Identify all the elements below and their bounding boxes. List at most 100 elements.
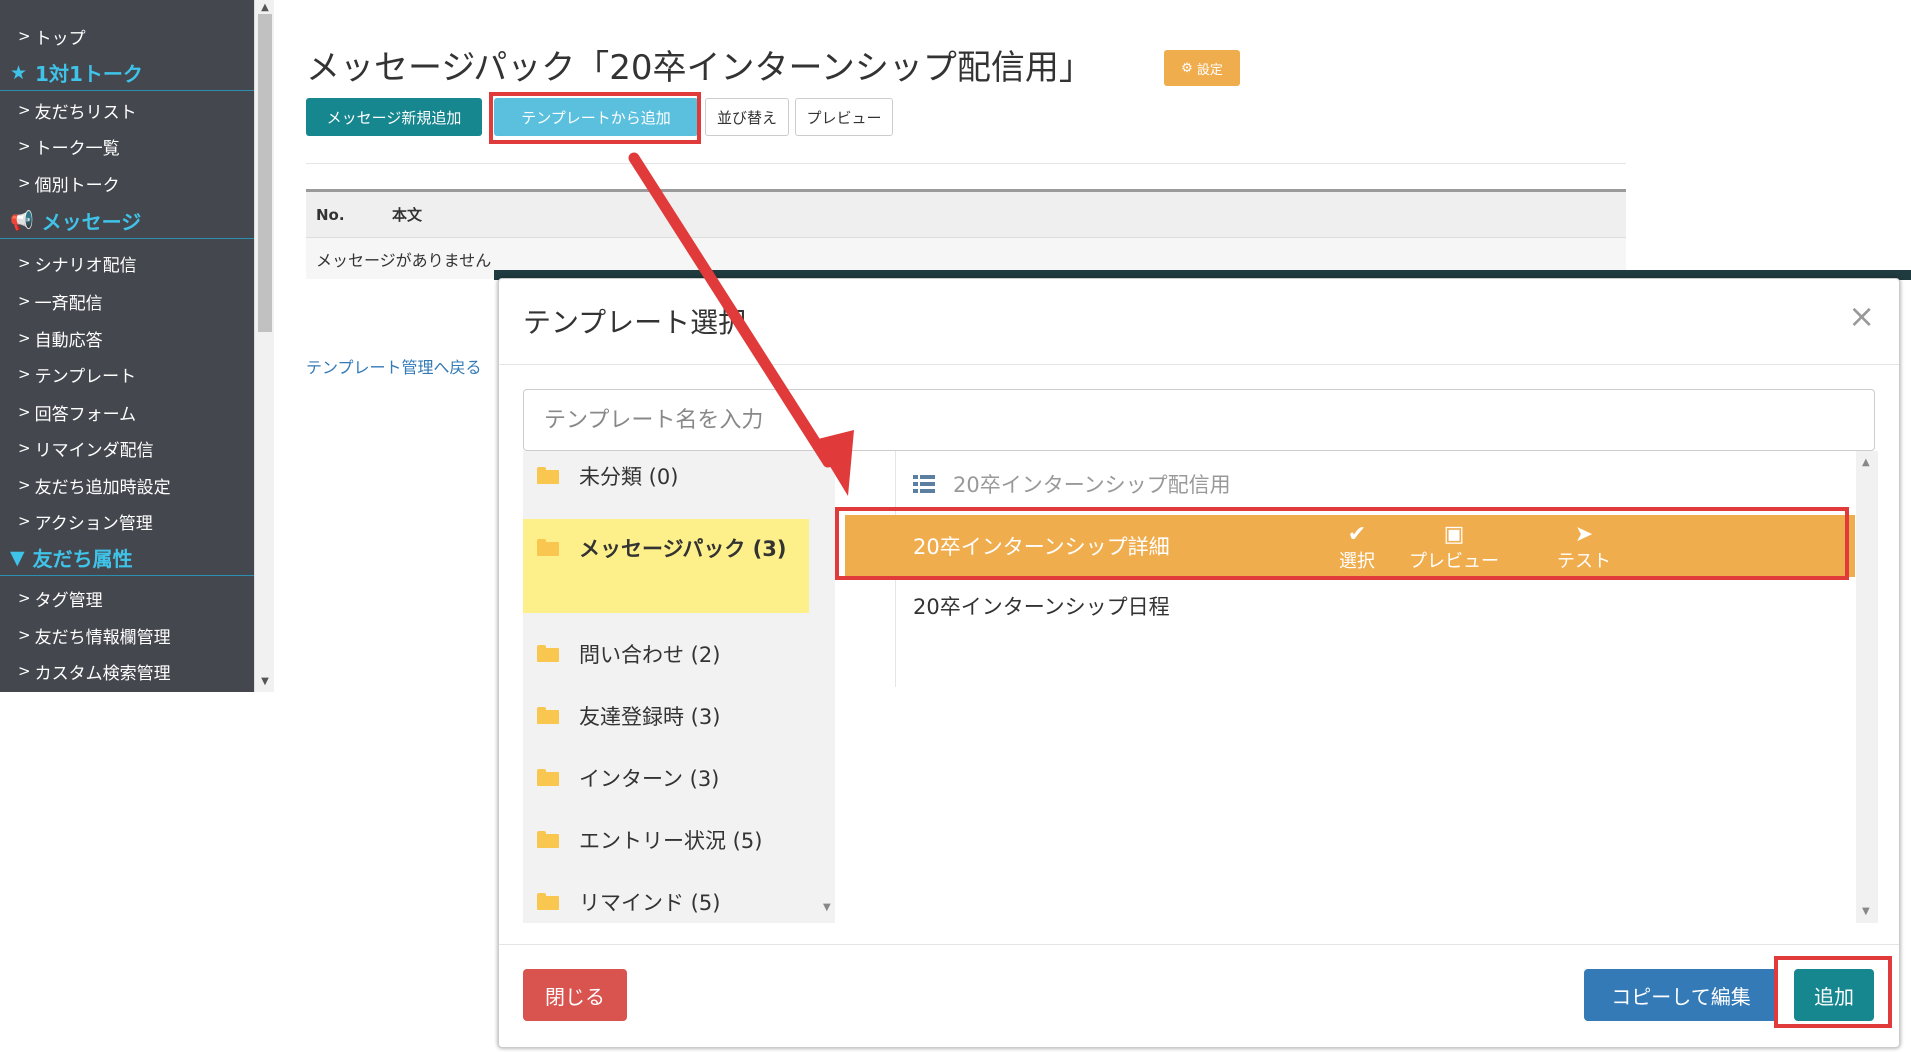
- back-to-template-link[interactable]: テンプレート管理へ戻る: [306, 354, 482, 378]
- folder-icon: [537, 769, 559, 786]
- highlight-box-add-button: [1774, 956, 1892, 1028]
- scroll-up-arrow-icon[interactable]: ▲: [1862, 457, 1870, 468]
- chevron-right-icon: >: [18, 365, 31, 383]
- column-header-no: No.: [316, 205, 345, 224]
- list-icon: [913, 475, 935, 493]
- column-header-body: 本文: [392, 206, 423, 224]
- folder-item[interactable]: 未分類 (0): [523, 461, 809, 491]
- sidebar-item[interactable]: > 一斉配信: [0, 283, 254, 319]
- sidebar-item-label: タグ管理: [34, 590, 103, 611]
- sidebar-item-label: アクション管理: [34, 513, 153, 534]
- sidebar-item[interactable]: > 友だち情報欄管理: [0, 617, 254, 653]
- sidebar-item-label: 回答フォーム: [34, 404, 137, 425]
- template-search-input[interactable]: [523, 389, 1875, 451]
- modal-title: テンプレート選択: [523, 306, 747, 339]
- highlight-box-template-button: [489, 92, 701, 144]
- modal-header-divider: [499, 364, 1899, 365]
- sidebar-item-label: 友だちリスト: [34, 102, 137, 123]
- folder-label: 未分類 (0): [579, 465, 679, 489]
- folder-label: 友達登録時 (3): [579, 705, 721, 729]
- sidebar-category[interactable]: 📢 メッセージ: [0, 203, 254, 239]
- chevron-right-icon: >: [18, 512, 31, 530]
- sidebar-item-label: リマインダ配信: [34, 440, 154, 461]
- close-button[interactable]: 閉じる: [523, 969, 627, 1021]
- scroll-down-arrow-icon[interactable]: ▼: [259, 676, 271, 688]
- sidebar-item[interactable]: > 回答フォーム: [0, 394, 254, 430]
- template-row[interactable]: 20卒インターンシップ日程: [913, 591, 1170, 621]
- sidebar-item-label: 個別トーク: [34, 175, 120, 196]
- folder-label: メッセージパック (3): [579, 537, 787, 561]
- sidebar-item[interactable]: > トーク一覧: [0, 128, 254, 164]
- folder-item[interactable]: リマインド (5): [523, 887, 809, 917]
- page-title: メッセージパック「20卒インターンシップ配信用」: [306, 48, 1093, 88]
- sidebar-item[interactable]: > タグ管理: [0, 580, 254, 616]
- sidebar-item[interactable]: > テンプレート: [0, 356, 254, 392]
- folder-scroll-down-icon[interactable]: ▼: [823, 902, 831, 913]
- copy-and-edit-button[interactable]: コピーして編集: [1584, 969, 1778, 1021]
- category-icon: ★: [10, 61, 28, 84]
- sidebar-item-label: テンプレート: [34, 366, 137, 387]
- sidebar-category[interactable]: ▼ 友だち属性: [0, 540, 254, 576]
- sidebar-item-label: 友だち属性: [32, 547, 133, 571]
- divider: [306, 163, 1626, 164]
- sidebar-item[interactable]: > リマインダ配信: [0, 430, 254, 466]
- chevron-right-icon: >: [18, 292, 31, 310]
- folder-label: 問い合わせ (2): [579, 643, 721, 667]
- sidebar-item-label: 友だち追加時設定: [34, 477, 171, 498]
- sidebar-item-label: 一斉配信: [34, 293, 103, 314]
- folder-list: 未分類 (0) メッセージパック (3) 問い合わせ (2) 友達登録時 (3) インタ…: [523, 451, 835, 923]
- chevron-right-icon: >: [18, 137, 31, 155]
- folder-label: エントリー状況 (5): [579, 829, 763, 853]
- sidebar-item[interactable]: > 個別トーク: [0, 165, 254, 201]
- sidebar-item[interactable]: > トップ: [0, 18, 254, 54]
- sidebar-category[interactable]: ★ 1対1トーク: [0, 55, 254, 91]
- folder-item[interactable]: 問い合わせ (2): [523, 639, 809, 669]
- template-group-title: 20卒インターンシップ配信用: [953, 473, 1231, 497]
- sidebar-item[interactable]: > 友だちリスト: [0, 92, 254, 128]
- settings-label: 設定: [1196, 62, 1223, 78]
- sidebar-item[interactable]: > カスタム検索管理: [0, 653, 254, 689]
- folder-icon: [537, 831, 559, 848]
- sidebar-item[interactable]: > 自動応答: [0, 320, 254, 356]
- sidebar-scroll-thumb[interactable]: [258, 14, 272, 332]
- chevron-right-icon: >: [18, 101, 31, 119]
- message-table: No. 本文 メッセージがありません: [306, 189, 1626, 279]
- folder-icon: [537, 707, 559, 724]
- template-group-header: 20卒インターンシップ配信用: [913, 469, 1231, 499]
- sidebar-item[interactable]: > アクション管理: [0, 503, 254, 539]
- folder-item[interactable]: インターン (3): [523, 763, 809, 793]
- chevron-right-icon: >: [18, 174, 31, 192]
- sidebar-item-label: 自動応答: [34, 330, 103, 351]
- template-list-scrollbar[interactable]: ▲ ▼: [1856, 451, 1878, 923]
- chevron-right-icon: >: [18, 27, 31, 45]
- sort-button[interactable]: 並び替え: [705, 98, 789, 136]
- folder-item[interactable]: 友達登録時 (3): [523, 701, 809, 731]
- table-header: No. 本文: [306, 189, 1626, 237]
- folder-item[interactable]: エントリー状況 (5): [523, 825, 809, 855]
- scroll-up-arrow-icon[interactable]: ▲: [259, 2, 271, 14]
- folder-item-active[interactable]: メッセージパック (3): [523, 519, 809, 613]
- modal-footer-divider: [499, 944, 1899, 945]
- template-select-modal: テンプレート選択 × 未分類 (0) メッセージパック (3) 問い合わせ (2) 友…: [498, 278, 1900, 1048]
- add-message-button[interactable]: メッセージ新規追加: [306, 98, 482, 136]
- preview-button[interactable]: プレビュー: [795, 98, 893, 136]
- highlight-box-template-row: [835, 507, 1849, 580]
- sidebar-item[interactable]: > シナリオ配信: [0, 245, 254, 281]
- sidebar-scrollbar[interactable]: ▲ ▼: [254, 0, 274, 692]
- scroll-down-arrow-icon[interactable]: ▼: [1862, 906, 1870, 917]
- sidebar-item-label: トーク一覧: [34, 138, 120, 159]
- sidebar-item-label: メッセージ: [41, 210, 142, 234]
- folder-icon: [537, 893, 559, 910]
- sidebar-item[interactable]: > 友だち追加時設定: [0, 467, 254, 503]
- chevron-right-icon: >: [18, 403, 31, 421]
- chevron-right-icon: >: [18, 626, 31, 644]
- chevron-right-icon: >: [18, 329, 31, 347]
- folder-open-icon: [537, 539, 559, 556]
- chevron-right-icon: >: [18, 589, 31, 607]
- settings-button[interactable]: ⚙ 設定: [1164, 50, 1240, 86]
- close-icon[interactable]: ×: [1848, 297, 1875, 335]
- category-icon: 📢: [10, 210, 34, 232]
- gear-icon: ⚙: [1181, 60, 1193, 76]
- sidebar-item-label: 友だち情報欄管理: [34, 627, 171, 648]
- folder-label: インターン (3): [579, 767, 720, 791]
